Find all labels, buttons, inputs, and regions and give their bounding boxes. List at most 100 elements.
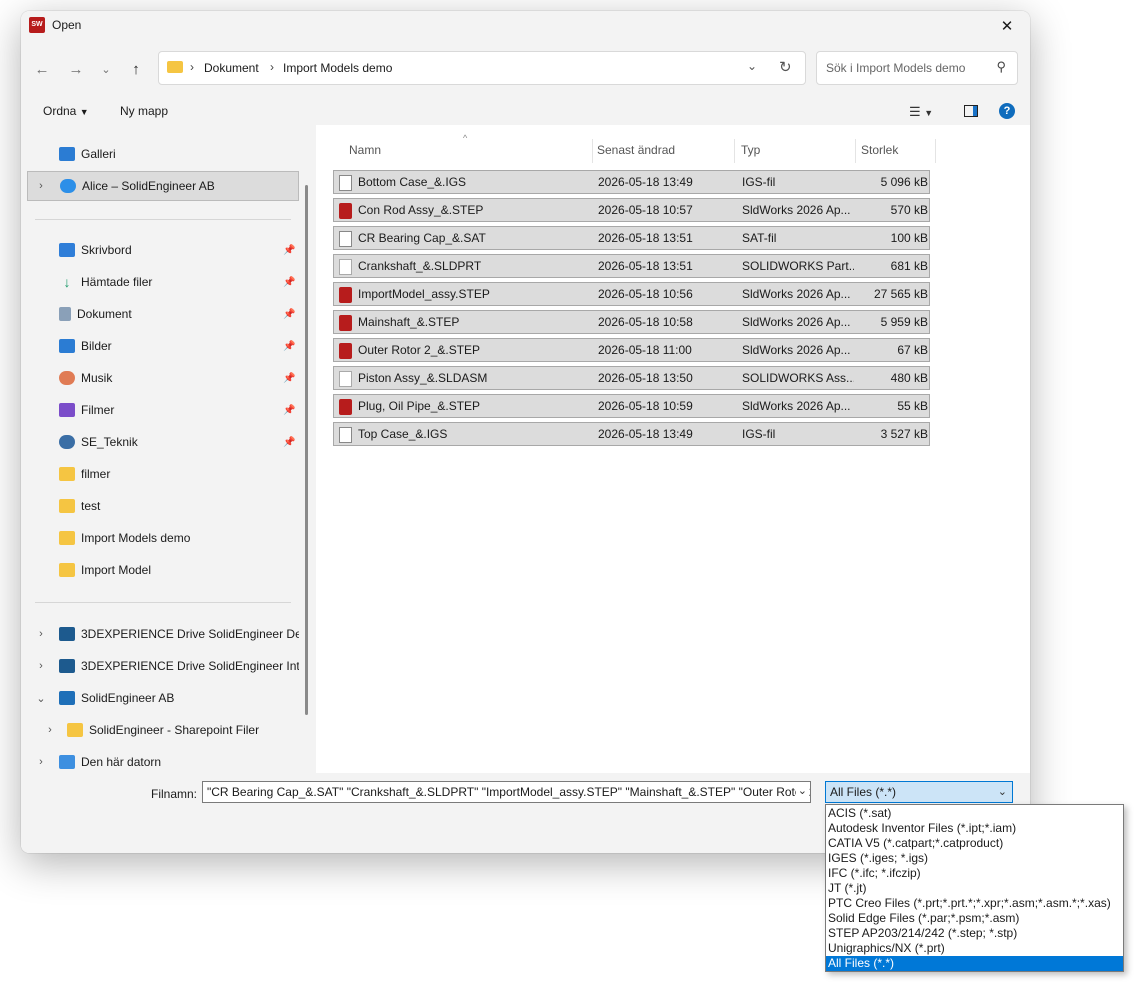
breadcrumb-separator-icon: › (270, 60, 274, 74)
chevron-right-icon[interactable]: › (43, 724, 57, 736)
file-type: SldWorks 2026 Ap... (742, 287, 851, 301)
file-row[interactable]: Crankshaft_&.SLDPRT 2026-05-18 13:51 SOLID… (333, 254, 930, 278)
address-history-chevron-icon[interactable]: ⌄ (747, 59, 757, 73)
file-row[interactable]: Plug, Oil Pipe_&.STEP 2026-05-18 10:59 Sld… (333, 394, 930, 418)
chevron-down-icon[interactable]: ⌄ (34, 692, 48, 705)
column-separator[interactable] (855, 139, 856, 163)
file-type-select[interactable]: All Files (*.*) ⌄ (825, 781, 1013, 803)
file-row[interactable]: ImportModel_assy.STEP 2026-05-18 10:56 Sld… (333, 282, 930, 306)
file-row[interactable]: Top Case_&.IGS 2026-05-18 13:49 IGS-fil 3 5… (333, 422, 930, 446)
nav-item-gallery[interactable]: Galleri (21, 140, 299, 168)
file-name: Plug, Oil Pipe_&.STEP (358, 399, 481, 413)
breadcrumb-import-models-demo[interactable]: Import Models demo (283, 61, 392, 75)
solidworks-assembly-icon (339, 371, 352, 387)
onedrive-cloud-icon (60, 179, 76, 193)
nav-item-solidengineer-ab[interactable]: ⌄ SolidEngineer AB (21, 684, 299, 712)
nav-scrollbar[interactable] (305, 185, 308, 715)
solidworks-app-icon (339, 399, 352, 415)
file-size: 5 959 kB (880, 315, 928, 329)
file-type-option[interactable]: STEP AP203/214/242 (*.step; *.stp) (826, 926, 1123, 941)
recent-locations-button[interactable]: ⌄ (94, 59, 118, 79)
chevron-down-icon[interactable]: ⌄ (795, 784, 807, 797)
chevron-right-icon[interactable]: › (34, 756, 48, 768)
nav-item-this-pc[interactable]: › Den här datorn (21, 748, 299, 776)
file-row[interactable]: CR Bearing Cap_&.SAT 2026-05-18 13:51 SAT-… (333, 226, 930, 250)
nav-item-test-folder[interactable]: test (21, 492, 299, 520)
organize-button[interactable]: Ordna ▼ (43, 104, 89, 118)
nav-item-pictures[interactable]: Bilder 📌 (21, 332, 299, 360)
file-modified: 2026-05-18 13:51 (598, 231, 693, 245)
view-options-button[interactable]: ☰ ▼ (909, 104, 933, 120)
nav-item-music[interactable]: Musik 📌 (21, 364, 299, 392)
close-button[interactable]: ✕ (984, 11, 1030, 41)
column-header-type[interactable]: Typ (741, 143, 760, 157)
file-type-option[interactable]: Autodesk Inventor Files (*.ipt;*.iam) (826, 821, 1123, 836)
address-bar[interactable]: › Dokument › Import Models demo ⌄ ↻ (158, 51, 806, 85)
file-size: 5 096 kB (880, 175, 928, 189)
nav-item-documents[interactable]: Dokument 📌 (21, 300, 299, 328)
file-type: SldWorks 2026 Ap... (742, 315, 851, 329)
file-type-option[interactable]: IGES (*.iges; *.igs) (826, 851, 1123, 866)
file-type-option[interactable]: Unigraphics/NX (*.prt) (826, 941, 1123, 956)
new-folder-button[interactable]: Ny mapp (120, 104, 168, 118)
nav-item-3dx-intern[interactable]: › 3DEXPERIENCE Drive SolidEngineer Inter… (21, 652, 299, 680)
column-separator[interactable] (935, 139, 936, 163)
file-modified: 2026-05-18 13:49 (598, 175, 693, 189)
file-type: IGS-fil (742, 427, 776, 441)
file-row[interactable]: Con Rod Assy_&.STEP 2026-05-18 10:57 SldWo… (333, 198, 930, 222)
nav-item-onedrive[interactable]: › Alice – SolidEngineer AB (27, 171, 299, 201)
nav-label: 3DEXPERIENCE Drive SolidEngineer Intern (81, 659, 299, 673)
file-row[interactable]: Outer Rotor 2_&.STEP 2026-05-18 11:00 SldW… (333, 338, 930, 362)
column-header-modified[interactable]: Senast ändrad (597, 143, 675, 157)
file-type-option[interactable]: ACIS (*.sat) (826, 806, 1123, 821)
file-row[interactable]: Mainshaft_&.STEP 2026-05-18 10:58 SldWorks… (333, 310, 930, 334)
music-icon (59, 371, 75, 385)
file-name: Outer Rotor 2_&.STEP (358, 343, 481, 357)
close-icon: ✕ (1000, 18, 1014, 35)
filename-input[interactable]: "CR Bearing Cap_&.SAT" "Crankshaft_&.SLD… (202, 781, 811, 803)
chevron-right-icon[interactable]: › (34, 628, 48, 640)
refresh-icon[interactable]: ↻ (779, 58, 792, 76)
file-type-option[interactable]: JT (*.jt) (826, 881, 1123, 896)
up-button[interactable]: ↑ (124, 59, 148, 79)
nav-item-videos[interactable]: Filmer 📌 (21, 396, 299, 424)
chevron-right-icon: › (39, 180, 43, 192)
column-header-size[interactable]: Storlek (861, 143, 898, 157)
nav-item-import-model[interactable]: Import Model (21, 556, 299, 584)
nav-item-import-models-demo[interactable]: Import Models demo (21, 524, 299, 552)
file-row[interactable]: Bottom Case_&.IGS 2026-05-18 13:49 IGS-fil… (333, 170, 930, 194)
file-type-option[interactable]: CATIA V5 (*.catpart;*.catproduct) (826, 836, 1123, 851)
file-row[interactable]: Piston Assy_&.SLDASM 2026-05-18 13:50 SOLI… (333, 366, 930, 390)
file-modified: 2026-05-18 13:51 (598, 259, 693, 273)
chevron-right-icon[interactable]: › (34, 660, 48, 672)
column-separator[interactable] (734, 139, 735, 163)
file-type: SldWorks 2026 Ap... (742, 203, 851, 217)
3dexperience-drive-icon (59, 659, 75, 673)
nav-label: filmer (81, 467, 111, 481)
forward-button[interactable]: → (64, 59, 88, 79)
file-size: 681 kB (890, 259, 928, 273)
file-type-option[interactable]: Solid Edge Files (*.par;*.psm;*.asm) (826, 911, 1123, 926)
folder-icon (59, 467, 75, 481)
nav-item-3dx-demo[interactable]: › 3DEXPERIENCE Drive SolidEngineer Demo (21, 620, 299, 648)
nav-item-skrivbord[interactable]: Skrivbord 📌 (21, 236, 299, 264)
column-separator[interactable] (592, 139, 593, 163)
file-type-option[interactable]: IFC (*.ifc; *.ifczip) (826, 866, 1123, 881)
file-type: SOLIDWORKS Part... (742, 259, 854, 273)
breadcrumb-dokument[interactable]: Dokument (204, 61, 259, 75)
nav-item-filmer-folder[interactable]: filmer (21, 460, 299, 488)
file-type-option[interactable]: PTC Creo Files (*.prt;*.prt.*;*.xpr;*.as… (826, 896, 1123, 911)
nav-item-se-teknik[interactable]: SE_Teknik 📌 (21, 428, 299, 456)
search-box[interactable]: Sök i Import Models demo ⚲ (816, 51, 1018, 85)
back-button[interactable]: ← (30, 59, 54, 79)
file-type-option[interactable]: All Files (*.*) (826, 956, 1123, 971)
nav-label: SolidEngineer AB (81, 691, 175, 705)
column-header-name[interactable]: Namn (349, 143, 381, 157)
videos-icon (59, 403, 75, 417)
nav-item-sharepoint-filer[interactable]: › SolidEngineer - Sharepoint Filer (21, 716, 299, 744)
preview-pane-icon[interactable] (964, 105, 978, 117)
help-icon[interactable]: ? (999, 103, 1015, 119)
pin-icon: 📌 (283, 372, 296, 384)
file-modified: 2026-05-18 11:00 (598, 343, 692, 357)
nav-item-downloads[interactable]: ↓ Hämtade filer 📌 (21, 268, 299, 296)
